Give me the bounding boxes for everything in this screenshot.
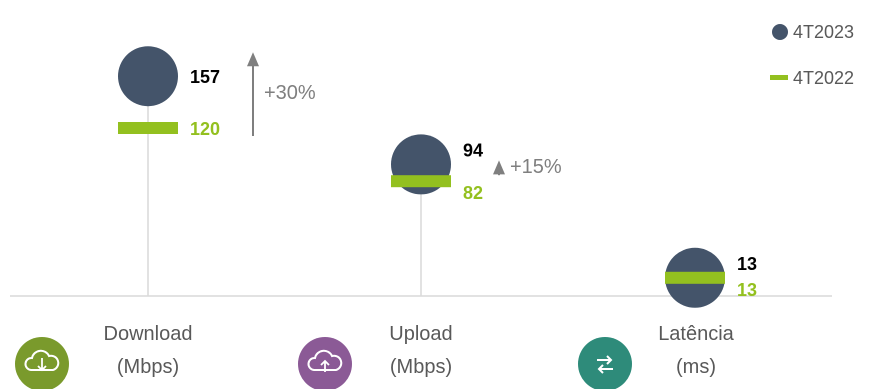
value-label-4t2023: 13 — [737, 254, 757, 274]
change-arrow-head — [493, 160, 505, 175]
point-4t2023 — [118, 46, 178, 107]
swap-arrows-icon — [578, 337, 632, 389]
chart: 4T2023 4T2022 157 120 +30% 94 82 +15% 13 13 Dow… — [10, 22, 854, 389]
legend-marker-4t2023 — [772, 24, 788, 40]
legend-marker-4t2022 — [770, 75, 788, 80]
bar-4t2022 — [118, 122, 178, 134]
legend: 4T2023 4T2022 — [770, 22, 854, 88]
legend-label-4t2023: 4T2023 — [793, 22, 854, 42]
legend-label-4t2022: 4T2022 — [793, 68, 854, 88]
bar-4t2022 — [391, 175, 451, 188]
category-label: Download — [104, 323, 193, 345]
plot-area: 157 120 +30% 94 82 +15% 13 13 — [118, 46, 757, 308]
category-label: Latência — [658, 323, 734, 345]
value-label-4t2022: 82 — [463, 183, 483, 203]
category-label: Upload — [389, 323, 452, 345]
value-label-4t2023: 94 — [463, 140, 483, 160]
category-labels: Download (Mbps) Upload (Mbps) Latência (ms) — [15, 323, 735, 389]
change-label: +30% — [264, 82, 316, 104]
change-arrow-head — [247, 52, 259, 67]
value-label-4t2023: 157 — [190, 67, 220, 87]
value-label-4t2022: 13 — [737, 280, 757, 300]
category-unit-label: (ms) — [676, 356, 716, 378]
category-unit-label: (Mbps) — [117, 356, 179, 378]
bar-4t2022 — [665, 271, 725, 284]
change-label: +15% — [510, 156, 562, 178]
value-label-4t2022: 120 — [190, 119, 220, 139]
cloud-upload-icon — [298, 337, 352, 389]
category-unit-label: (Mbps) — [390, 356, 452, 378]
cloud-download-icon — [15, 337, 69, 389]
